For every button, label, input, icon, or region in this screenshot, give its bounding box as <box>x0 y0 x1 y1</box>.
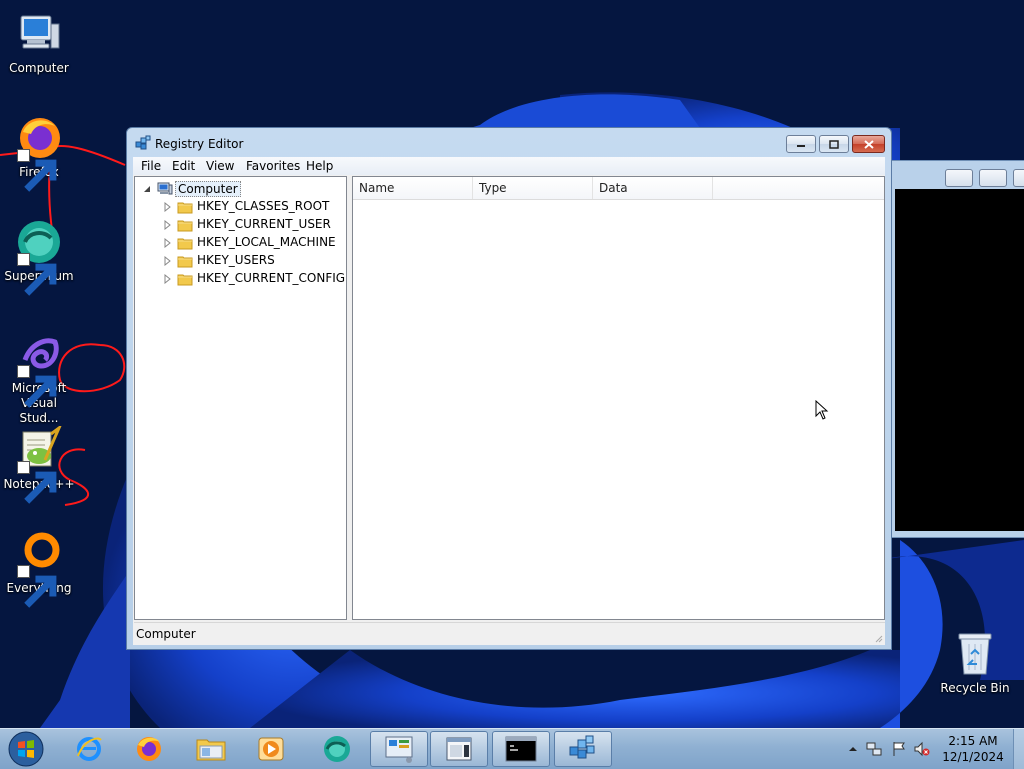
shortcut-arrow-icon <box>17 365 57 408</box>
folder-icon <box>177 238 193 250</box>
file-explorer-icon <box>196 739 226 761</box>
media-player-icon <box>258 737 284 761</box>
tree-item-label: HKEY_LOCAL_MACHINE <box>197 235 336 249</box>
minimize-button[interactable] <box>786 135 816 153</box>
maximize-button[interactable] <box>819 135 849 153</box>
tree-item-label: HKEY_CURRENT_CONFIG <box>197 271 346 285</box>
control-panel-icon <box>385 736 413 763</box>
maximize-icon <box>829 139 839 149</box>
computer-icon <box>20 15 60 49</box>
desktop-icon-computer[interactable]: Computer <box>0 10 78 76</box>
desktop-icon-recycle-bin[interactable]: Recycle Bin <box>936 630 1014 696</box>
taskbar-command-prompt[interactable] <box>492 731 550 767</box>
minimize-icon <box>797 145 805 147</box>
expand-arrow-icon[interactable] <box>163 256 171 266</box>
column-header-row: Name Type Data <box>353 177 884 200</box>
desktop-icon-supermium[interactable]: Supermium <box>0 218 78 296</box>
folder-icon <box>177 202 193 214</box>
values-list[interactable]: Name Type Data <box>352 176 885 620</box>
taskbar-window[interactable] <box>430 731 488 767</box>
recycle-bin-icon <box>958 633 992 675</box>
close-button[interactable] <box>1013 169 1024 187</box>
expand-arrow-icon[interactable] <box>163 202 171 212</box>
desktop-icon-label: Recycle Bin <box>940 681 1010 695</box>
desktop-icon-notepadpp[interactable]: Notepad++ <box>0 423 78 504</box>
taskbar-registry-editor[interactable] <box>554 731 612 767</box>
registry-editor-icon <box>569 735 595 759</box>
desktop-icon-everything[interactable]: Everything <box>0 530 78 608</box>
flag-icon[interactable] <box>891 741 907 757</box>
taskbar: 2:15 AM 12/1/2024 <box>0 728 1024 769</box>
menu-file[interactable]: File <box>141 159 161 173</box>
background-window-content <box>895 189 1024 531</box>
volume-muted-icon[interactable] <box>914 741 930 757</box>
column-data[interactable]: Data <box>593 177 713 199</box>
network-icon[interactable] <box>866 741 882 757</box>
menu-favorites[interactable]: Favorites <box>246 159 300 173</box>
clock-time: 2:15 AM <box>948 734 998 748</box>
computer-icon <box>157 182 173 195</box>
internet-explorer-icon <box>77 737 102 761</box>
registry-editor-icon <box>135 135 151 150</box>
column-name[interactable]: Name <box>353 177 473 199</box>
collapse-arrow-icon[interactable] <box>143 184 151 194</box>
mouse-cursor-icon <box>815 400 829 420</box>
column-type[interactable]: Type <box>473 177 593 199</box>
supermium-icon <box>324 736 350 762</box>
tree-item-label: HKEY_CURRENT_USER <box>197 217 331 231</box>
shortcut-arrow-icon <box>17 461 57 504</box>
taskbar-control-panel[interactable] <box>370 731 428 767</box>
shortcut-arrow-icon <box>17 149 57 192</box>
window-icon <box>446 737 472 761</box>
firefox-icon <box>137 737 161 761</box>
maximize-button[interactable] <box>979 169 1007 187</box>
folder-icon <box>177 274 193 286</box>
taskbar-firefox[interactable] <box>120 731 178 767</box>
menu-help[interactable]: Help <box>306 159 333 173</box>
client-area: Computer HKEY_CLASSES_ROOT HKEY_CURRENT_… <box>133 175 885 645</box>
clock-date: 12/1/2024 <box>942 750 1004 764</box>
key-tree[interactable]: Computer HKEY_CLASSES_ROOT HKEY_CURRENT_… <box>134 176 347 620</box>
chevron-up-icon[interactable] <box>845 741 861 757</box>
menu-bar: File Edit View Favorites Help <box>133 157 885 175</box>
menu-view[interactable]: View <box>206 159 234 173</box>
status-bar: Computer <box>134 622 885 645</box>
folder-icon <box>177 220 193 232</box>
minimize-button[interactable] <box>945 169 973 187</box>
taskbar-file-explorer[interactable] <box>182 731 240 767</box>
tree-item-label: HKEY_CLASSES_ROOT <box>197 199 330 213</box>
tree-item-label: HKEY_USERS <box>197 253 275 267</box>
system-clock[interactable]: 2:15 AM 12/1/2024 <box>938 733 1008 765</box>
desktop-icon-firefox[interactable]: Firefox <box>0 114 78 192</box>
taskbar-internet-explorer[interactable] <box>60 731 118 767</box>
taskbar-media-player[interactable] <box>242 731 300 767</box>
title-bar[interactable]: Registry Editor <box>127 128 891 158</box>
command-prompt-icon <box>505 736 537 762</box>
expand-arrow-icon[interactable] <box>163 238 171 248</box>
status-path: Computer <box>136 627 196 641</box>
close-button[interactable] <box>852 135 885 153</box>
folder-icon <box>177 256 193 268</box>
registry-editor-window[interactable]: Registry Editor File Edit View Favorites… <box>126 127 892 650</box>
background-window[interactable] <box>890 160 1024 538</box>
window-title: Registry Editor <box>155 137 244 151</box>
desktop: Computer Firefox Supermium Microsoft Vis… <box>0 0 1024 728</box>
shortcut-arrow-icon <box>17 253 57 296</box>
shortcut-arrow-icon <box>17 565 57 608</box>
menu-edit[interactable]: Edit <box>172 159 195 173</box>
expand-arrow-icon[interactable] <box>163 220 171 230</box>
start-button[interactable] <box>6 730 46 768</box>
show-desktop-button[interactable] <box>1013 729 1024 769</box>
desktop-icon-label: Computer <box>9 61 69 75</box>
tree-item-label: Computer <box>175 181 241 197</box>
desktop-icon-visual-studio[interactable]: Microsoft Visual Stud... <box>0 330 78 426</box>
taskbar-supermium[interactable] <box>308 731 366 767</box>
expand-arrow-icon[interactable] <box>163 274 171 284</box>
close-icon <box>863 139 874 149</box>
resize-grip-icon[interactable] <box>873 633 883 643</box>
